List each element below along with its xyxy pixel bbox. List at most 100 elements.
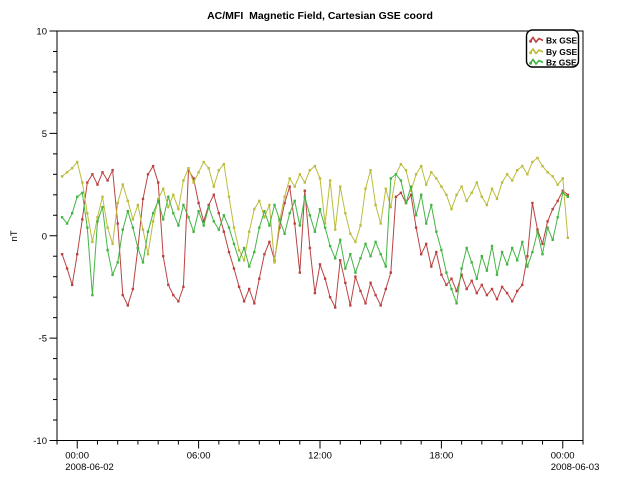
data-point-marker [253, 208, 255, 210]
data-point-marker [167, 206, 169, 208]
data-point-marker [213, 185, 215, 187]
data-point-marker [86, 226, 88, 228]
data-point-marker [420, 253, 422, 255]
data-point-marker [344, 282, 346, 284]
data-point-marker [182, 204, 184, 206]
data-point-marker [562, 192, 564, 194]
data-point-marker [106, 249, 108, 251]
data-point-marker [435, 251, 437, 253]
data-point-marker [177, 208, 179, 210]
data-point-marker [111, 274, 113, 276]
data-point-marker [425, 222, 427, 224]
data-point-marker [410, 185, 412, 187]
data-point-marker [238, 259, 240, 261]
data-point-marker [162, 255, 164, 257]
data-point-marker [476, 181, 478, 183]
data-point-marker [344, 212, 346, 214]
data-point-marker [511, 179, 513, 181]
data-point-marker [546, 171, 548, 173]
data-point-marker [299, 224, 301, 226]
data-point-marker [167, 284, 169, 286]
data-point-marker [71, 212, 73, 214]
data-point-marker [526, 255, 528, 257]
data-point-marker [395, 196, 397, 198]
data-point-marker [415, 214, 417, 216]
data-point-marker [96, 220, 98, 222]
data-point-marker [359, 224, 361, 226]
data-point-marker [238, 286, 240, 288]
data-point-marker [506, 263, 508, 265]
data-point-marker [127, 200, 129, 202]
data-point-marker [147, 173, 149, 175]
data-point-marker [81, 218, 83, 220]
data-point-marker [192, 231, 194, 233]
data-point-marker [289, 212, 291, 214]
data-point-marker [218, 228, 220, 230]
data-point-marker [425, 243, 427, 245]
data-point-marker [364, 302, 366, 304]
data-point-marker [61, 216, 63, 218]
data-point-marker [420, 165, 422, 167]
bz-marker-dot-icon [529, 62, 532, 65]
data-point-marker [248, 288, 250, 290]
data-point-marker [536, 157, 538, 159]
data-point-marker [304, 196, 306, 198]
data-point-marker [425, 183, 427, 185]
data-point-marker [273, 261, 275, 263]
data-point-marker [339, 239, 341, 241]
data-point-marker [233, 226, 235, 228]
data-point-marker [243, 259, 245, 261]
data-point-marker [71, 284, 73, 286]
data-point-marker [552, 208, 554, 210]
data-point-marker [349, 253, 351, 255]
data-point-marker [354, 241, 356, 243]
data-point-marker [223, 231, 225, 233]
data-point-marker [243, 300, 245, 302]
data-point-marker [445, 284, 447, 286]
data-point-marker [369, 169, 371, 171]
data-point-marker [218, 212, 220, 214]
data-point-marker [450, 288, 452, 290]
data-point-marker [531, 251, 533, 253]
data-point-marker [521, 241, 523, 243]
data-point-marker [466, 288, 468, 290]
data-point-marker [541, 253, 543, 255]
data-point-marker [137, 247, 139, 249]
data-point-marker [430, 265, 432, 267]
data-point-marker [491, 188, 493, 190]
data-point-marker [536, 228, 538, 230]
data-point-marker [526, 265, 528, 267]
data-point-marker [415, 226, 417, 228]
data-point-marker [101, 196, 103, 198]
data-point-marker [455, 194, 457, 196]
data-point-marker [61, 253, 63, 255]
data-point-marker [117, 202, 119, 204]
data-point-marker [400, 192, 402, 194]
data-point-marker [101, 171, 103, 173]
data-point-marker [450, 208, 452, 210]
data-point-marker [344, 267, 346, 269]
data-point-marker [364, 188, 366, 190]
data-point-marker [197, 210, 199, 212]
data-point-marker [511, 300, 513, 302]
data-point-marker [521, 165, 523, 167]
data-point-marker [516, 169, 518, 171]
data-point-marker [552, 175, 554, 177]
data-point-marker [380, 304, 382, 306]
data-point-marker [208, 206, 210, 208]
data-point-marker [294, 222, 296, 224]
data-point-marker [511, 247, 513, 249]
data-point-marker [258, 278, 260, 280]
data-point-marker [435, 231, 437, 233]
data-point-marker [187, 167, 189, 169]
data-point-marker [192, 181, 194, 183]
data-point-marker [319, 208, 321, 210]
data-point-marker [304, 190, 306, 192]
data-point-marker [263, 216, 265, 218]
data-point-marker [420, 194, 422, 196]
data-point-marker [86, 181, 88, 183]
data-point-marker [268, 224, 270, 226]
data-point-marker [501, 286, 503, 288]
legend-label-bx: Bx GSE [546, 36, 578, 46]
data-point-marker [61, 175, 63, 177]
